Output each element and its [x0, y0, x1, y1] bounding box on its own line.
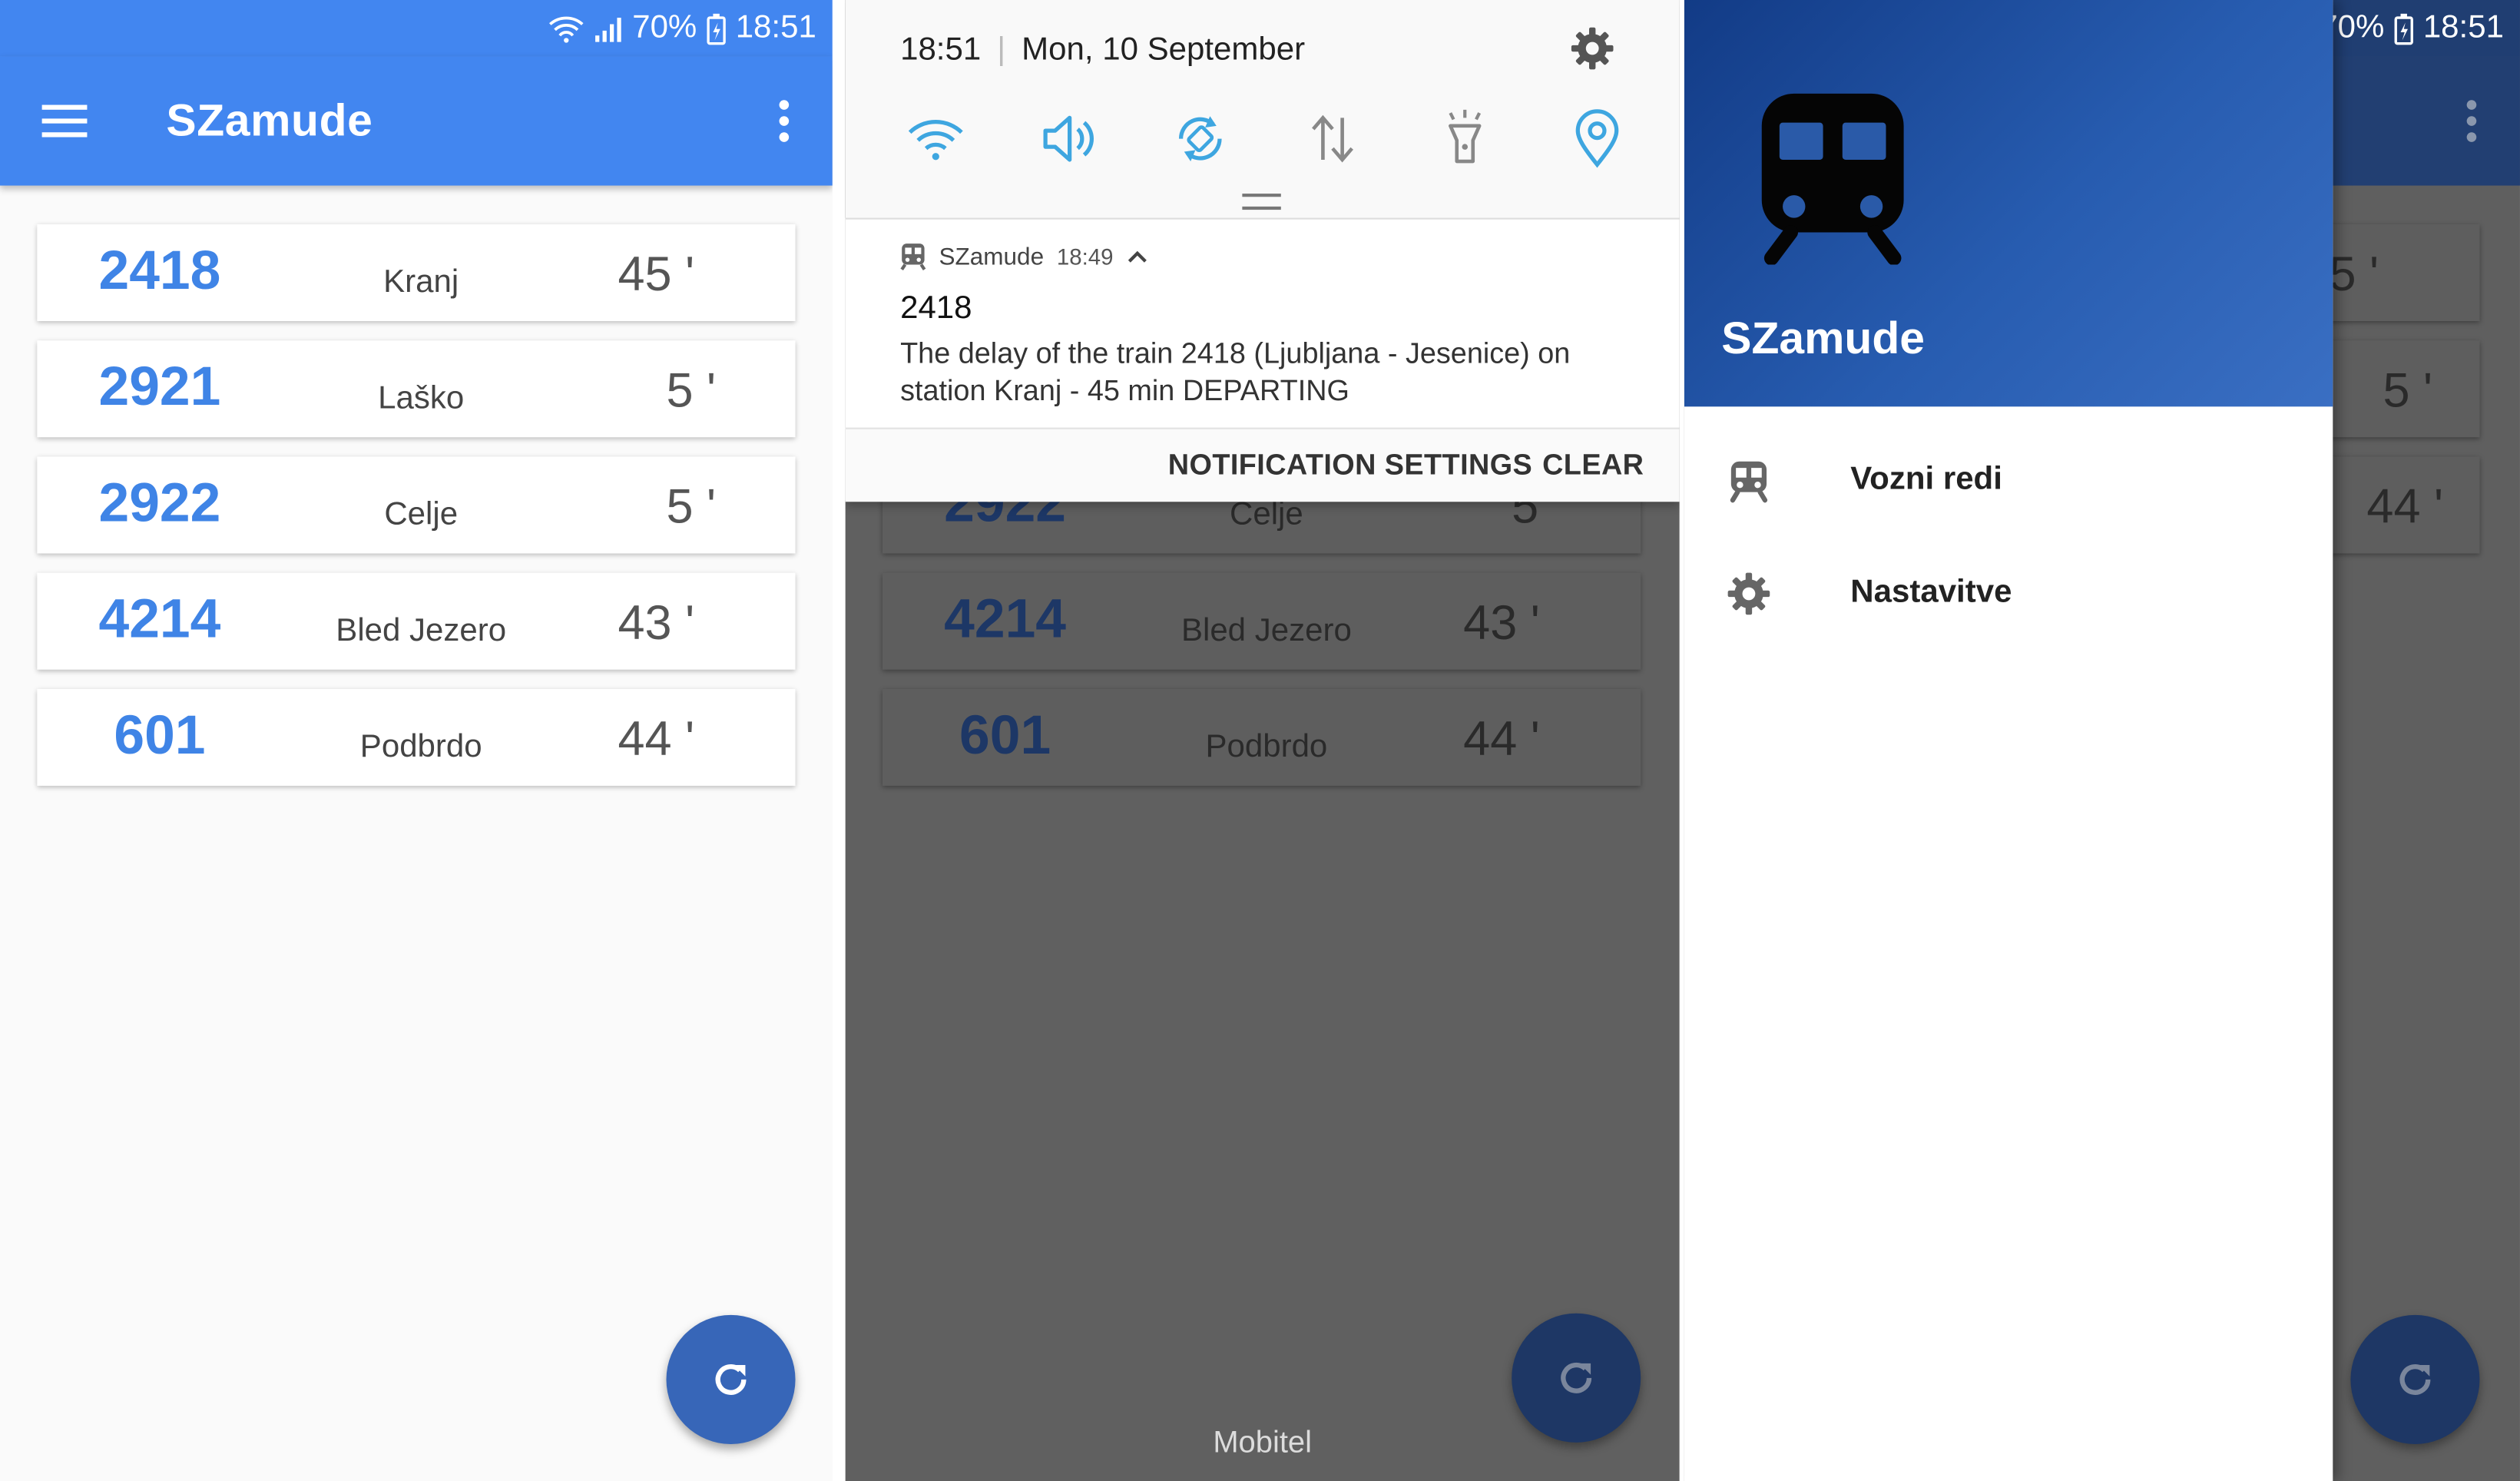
station-name: Podbrdo	[1205, 729, 1328, 765]
train-card[interactable]: 601 Podbrdo 44 '	[37, 688, 796, 786]
train-number: 2921	[98, 356, 221, 419]
station-name: Kranj	[383, 264, 459, 300]
delay-minutes: 44 '	[2366, 480, 2444, 535]
more-options-icon	[2466, 100, 2477, 142]
train-number: 601	[114, 704, 206, 767]
station-name: Podbrdo	[359, 729, 482, 765]
battery-percent: 70%	[632, 9, 697, 45]
notification-header: SZamude 18:49	[900, 242, 1149, 271]
wifi-icon[interactable]	[903, 107, 968, 171]
train-number: 601	[959, 704, 1051, 767]
station-name: Celje	[1230, 496, 1303, 533]
main-screen: 70% 18:51 SZamude 2418 Kranj 45 ' 2921 L…	[0, 0, 833, 1481]
navigation-drawer: SZamude Vozni redi Nastavitve	[1684, 0, 2333, 1481]
battery-icon	[707, 12, 726, 45]
station-name: Bled Jezero	[336, 613, 507, 649]
divider: |	[997, 32, 1006, 68]
notification-app-name: SZamude	[939, 243, 1045, 270]
delay-minutes: 5 '	[666, 364, 717, 419]
shade-header: 18:51 | Mon, 10 September	[900, 32, 1305, 69]
more-options-icon[interactable]	[777, 98, 790, 144]
drawer-item-vozni-redi[interactable]: Vozni redi	[1684, 432, 2333, 529]
notification-card[interactable]: SZamude 18:49 2418 The delay of the trai…	[845, 217, 1680, 429]
delay-minutes: 45 '	[618, 248, 695, 302]
menu-icon[interactable]	[38, 101, 90, 140]
train-card: 4214 Bled Jezero 43 '	[882, 572, 1641, 670]
train-logo-icon	[1761, 93, 1904, 265]
drawer-title: SZamude	[1721, 313, 1925, 363]
station-name: Laško	[378, 380, 465, 416]
train-card[interactable]: 2921 Laško 5 '	[37, 340, 796, 438]
delay-minutes: 5 '	[2383, 364, 2433, 419]
battery-icon	[2394, 12, 2413, 45]
notification-time: 18:49	[1056, 244, 1114, 270]
refresh-icon	[715, 1364, 747, 1395]
app-bar: SZamude	[0, 56, 833, 186]
chevron-up-icon[interactable]	[1126, 248, 1148, 264]
gear-icon	[1727, 572, 1770, 615]
settings-gear-icon[interactable]	[1570, 26, 1615, 71]
drawer-item-label: Vozni redi	[1850, 461, 2002, 497]
notification-screen: 2922 Celje 5 ' 4214 Bled Jezero 43 ' 601…	[845, 0, 1680, 1481]
station-name: Bled Jezero	[1181, 613, 1352, 649]
shade-date: Mon, 10 September	[1022, 32, 1306, 68]
notification-shade: 18:51 | Mon, 10 September SZamude 18:49	[845, 0, 1680, 502]
delay-minutes: 43 '	[618, 597, 695, 651]
clear-button[interactable]: CLEAR	[1542, 449, 1644, 482]
delay-minutes: 5 '	[666, 480, 717, 535]
notification-settings-button[interactable]: NOTIFICATION SETTINGS	[1168, 449, 1532, 482]
app-title: SZamude	[166, 94, 373, 146]
train-number: 2418	[98, 240, 221, 302]
wifi-icon	[548, 15, 584, 42]
notification-text: The delay of the train 2418 (Ljubljana -…	[900, 337, 1571, 407]
train-number: 2922	[98, 472, 221, 535]
refresh-button[interactable]	[666, 1314, 796, 1444]
refresh-icon	[1561, 1362, 1592, 1393]
train-card: 601 Podbrdo 44 '	[882, 688, 1641, 786]
quick-settings-row	[903, 107, 1619, 171]
drawer-item-nastavitve[interactable]: Nastavitve	[1684, 545, 2333, 642]
train-number: 4214	[944, 588, 1067, 651]
delay-minutes: 44 '	[1463, 713, 1540, 767]
station-name: Celje	[384, 496, 459, 533]
sound-icon[interactable]	[1036, 107, 1101, 171]
clock: 18:51	[2422, 9, 2504, 45]
train-card[interactable]: 4214 Bled Jezero 43 '	[37, 572, 796, 670]
refresh-button	[2350, 1314, 2480, 1444]
notification-title: 2418	[900, 290, 972, 326]
delay-minutes: 44 '	[618, 713, 695, 767]
shade-drag-handle[interactable]	[1242, 194, 1281, 210]
drawer-item-label: Nastavitve	[1850, 574, 2012, 610]
shade-time: 18:51	[900, 32, 982, 68]
train-icon	[900, 244, 926, 270]
refresh-icon	[2399, 1364, 2431, 1395]
delay-minutes: 43 '	[1463, 597, 1540, 651]
location-icon[interactable]	[1565, 107, 1629, 171]
carrier-label: Mobitel	[1213, 1426, 1312, 1460]
notification-actions: NOTIFICATION SETTINGS CLEAR	[845, 427, 1680, 502]
flashlight-icon[interactable]	[1432, 107, 1497, 171]
train-icon	[1730, 461, 1768, 503]
status-bar: 70% 18:51	[0, 0, 833, 57]
drawer-header: SZamude	[1684, 0, 2333, 407]
signal-icon	[594, 17, 621, 41]
mobile-data-icon[interactable]	[1300, 107, 1365, 171]
train-card[interactable]: 2922 Celje 5 '	[37, 456, 796, 554]
drawer-screen: 70% 18:51 2418 Kranj 45 ' 2921 Laško 5 '…	[1684, 0, 2520, 1481]
clock: 18:51	[735, 9, 816, 45]
train-number: 4214	[98, 588, 221, 651]
train-card[interactable]: 2418 Kranj 45 '	[37, 224, 796, 321]
auto-rotate-icon[interactable]	[1168, 107, 1233, 171]
refresh-button	[1512, 1313, 1641, 1443]
